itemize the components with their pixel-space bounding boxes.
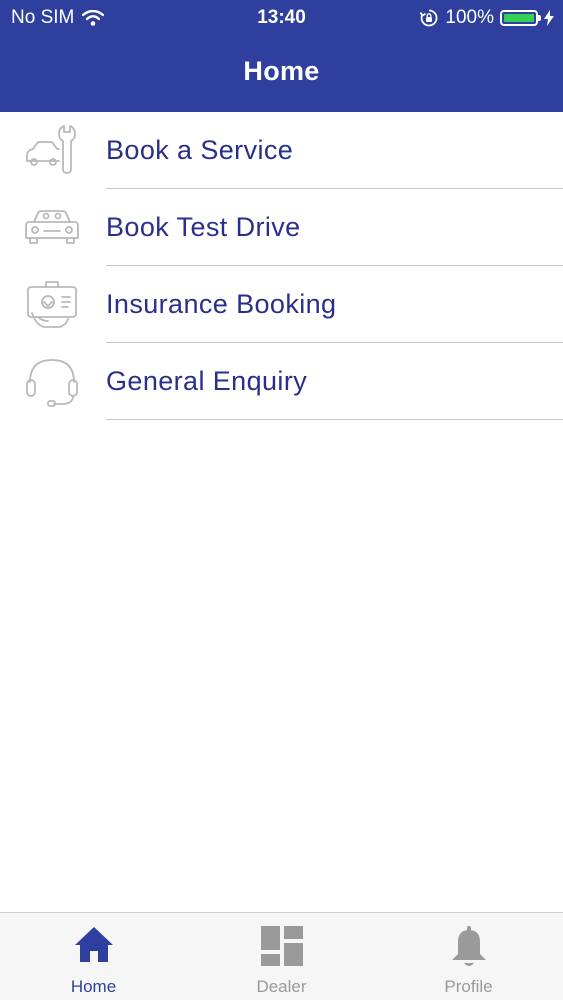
home-icon xyxy=(74,927,113,962)
tab-label: Dealer xyxy=(256,977,307,996)
insurance-hand-icon xyxy=(27,281,77,328)
tab-bar: Home Dealer Profile xyxy=(0,912,563,1000)
menu-item-label: General Enquiry xyxy=(106,366,308,396)
charging-bolt-icon xyxy=(544,10,554,26)
bell-icon xyxy=(451,926,486,966)
status-bar: No SIM 13:40 100% xyxy=(0,0,563,38)
car-front-icon xyxy=(25,210,79,244)
menu-item-book-test-drive[interactable]: Book Test Drive xyxy=(0,189,563,266)
menu-item-label: Insurance Booking xyxy=(106,289,337,319)
tab-label: Home xyxy=(70,977,117,996)
dashboard-icon xyxy=(260,926,303,966)
page-title: Home xyxy=(243,56,320,86)
rotation-lock-icon xyxy=(420,9,438,27)
divider xyxy=(106,419,563,420)
battery-percent: 100% xyxy=(445,7,494,28)
tab-label: Profile xyxy=(444,977,493,996)
battery-icon xyxy=(500,10,541,26)
headset-icon xyxy=(26,359,78,407)
tab-dealer[interactable]: Dealer xyxy=(188,913,375,1001)
menu-item-book-service[interactable]: Book a Service xyxy=(0,112,563,189)
tab-home[interactable]: Home xyxy=(0,913,187,1001)
menu-item-label: Book a Service xyxy=(106,135,294,165)
car-wrench-icon xyxy=(26,125,76,174)
status-right: 100% xyxy=(413,7,554,29)
menu-item-general-enquiry[interactable]: General Enquiry xyxy=(0,343,563,420)
menu-list: Book a Service Book Test Drive Insurance… xyxy=(0,112,563,420)
tab-profile[interactable]: Profile xyxy=(375,913,562,1001)
menu-item-insurance-booking[interactable]: Insurance Booking xyxy=(0,266,563,343)
navigation-bar: No SIM 13:40 100% Home xyxy=(0,0,563,112)
menu-item-label: Book Test Drive xyxy=(106,212,301,242)
